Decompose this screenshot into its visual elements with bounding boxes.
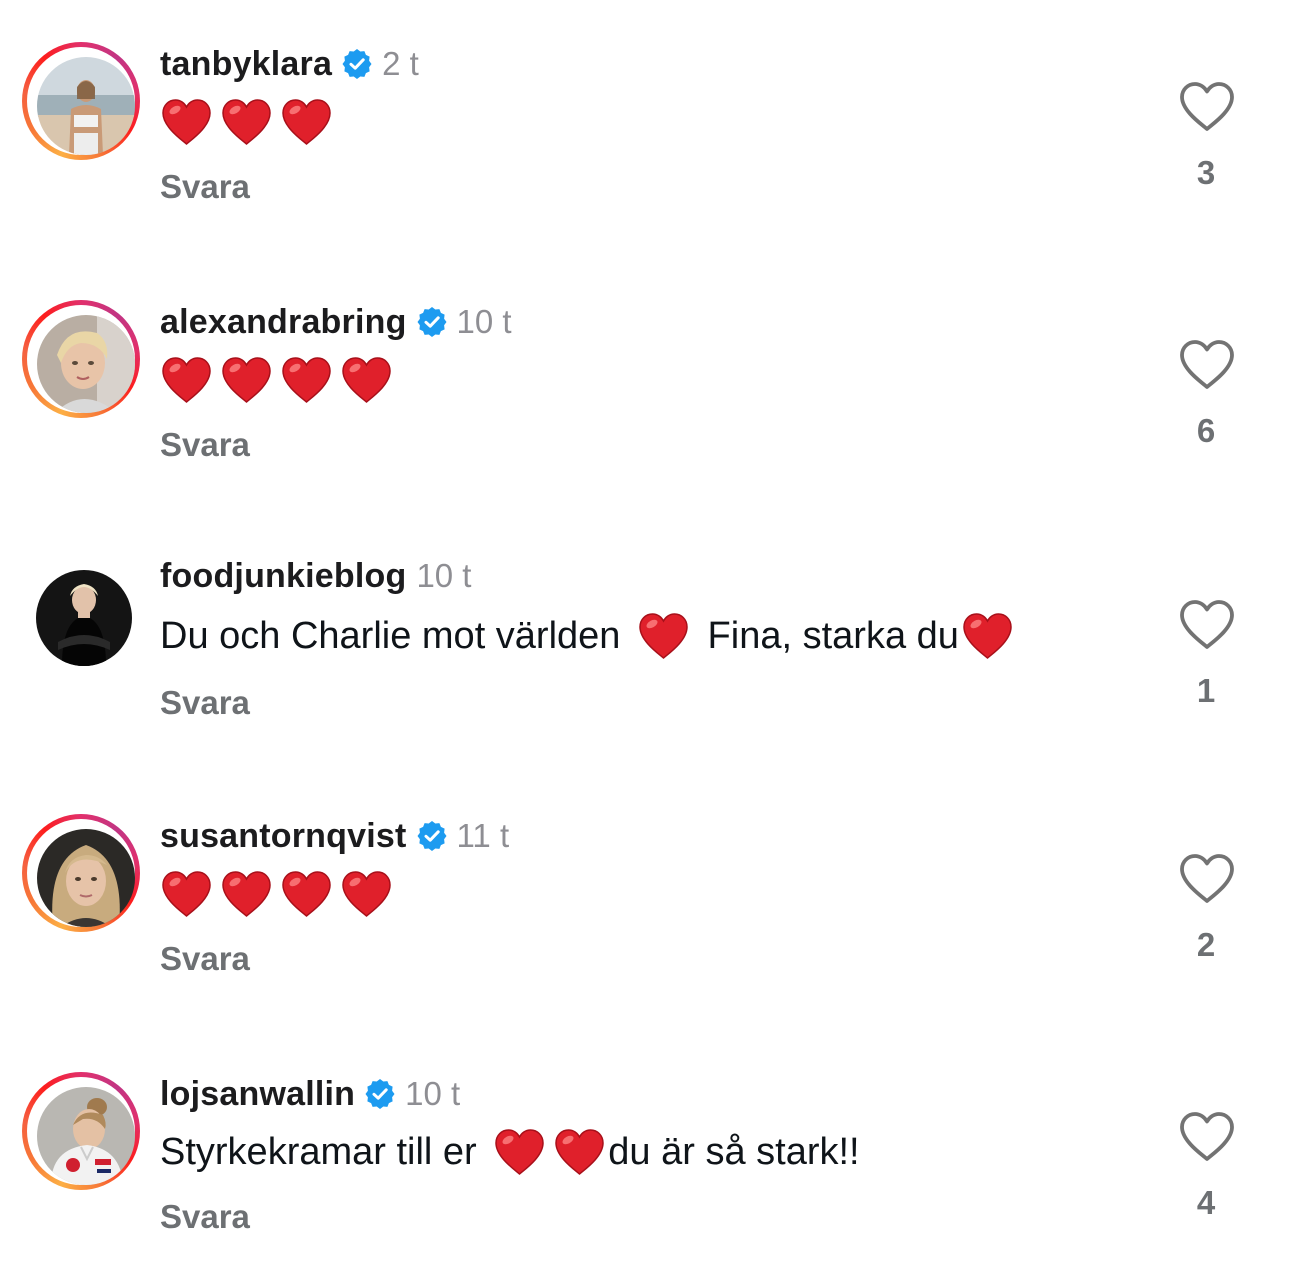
verified-badge-icon [417,821,447,851]
comment-item: tanbyklara 2 t Svara 3 [0,0,1290,240]
avatar-container[interactable] [22,556,140,674]
heart-outline-icon [1178,598,1236,652]
reply-button[interactable]: Svara [160,168,250,206]
heart-outline-icon [1178,852,1236,906]
comment-text-part: du är så stark!! [608,1130,860,1173]
red-heart-emoji-icon [220,97,273,147]
verified-badge-icon [342,49,372,79]
username[interactable]: tanbyklara [160,45,332,84]
reply-button[interactable]: Svara [160,426,250,464]
comment-text-part: Styrkekramar till er [160,1130,488,1173]
red-heart-emoji-icon [160,355,213,405]
username[interactable]: susantornqvist [160,817,407,856]
timestamp: 11 t [456,817,510,854]
avatar[interactable] [36,570,132,666]
like-button[interactable] [1178,338,1236,392]
heart-outline-icon [1178,1110,1236,1164]
red-heart-emoji-icon [160,97,213,147]
comment-text [160,90,340,154]
avatar-story-ring[interactable] [22,814,140,932]
red-heart-emoji-icon [553,1127,606,1177]
comment-item: susantornqvist 11 t Svara 2 [0,772,1290,1012]
red-heart-emoji-icon [160,869,213,919]
red-heart-emoji-icon [280,869,333,919]
avatar[interactable] [37,1087,135,1185]
heart-outline-icon [1178,338,1236,392]
like-button[interactable] [1178,80,1236,134]
verified-badge-icon [417,307,447,337]
like-count[interactable]: 4 [1160,1184,1252,1222]
like-button[interactable] [1178,1110,1236,1164]
like-count[interactable]: 2 [1160,926,1252,964]
reply-button[interactable]: Svara [160,684,250,722]
avatar[interactable] [37,315,135,413]
red-heart-emoji-icon [280,355,333,405]
comment-item: lojsanwallin 10 t Styrkekramar till er d… [0,1030,1290,1270]
red-heart-emoji-icon [340,355,393,405]
comment-text-part: Fina, starka du [697,614,959,657]
comment-meta: lojsanwallin 10 t [160,1070,460,1118]
avatar-story-ring[interactable] [22,1072,140,1190]
comment-meta: foodjunkieblog 10 t [160,552,471,600]
like-button[interactable] [1178,852,1236,906]
comment-item: foodjunkieblog 10 t Du och Charlie mot v… [0,514,1290,754]
comment-meta: tanbyklara 2 t [160,40,419,88]
timestamp: 10 t [405,1075,461,1112]
avatar[interactable] [37,57,135,155]
red-heart-emoji-icon [637,611,690,661]
timestamp: 2 t [382,45,419,82]
red-heart-emoji-icon [220,869,273,919]
like-count[interactable]: 3 [1160,154,1252,192]
red-heart-emoji-icon [961,611,1014,661]
comment-text: Du och Charlie mot världen Fina, starka … [160,604,1021,668]
red-heart-emoji-icon [493,1127,546,1177]
verified-badge-icon [365,1079,395,1109]
comment-text [160,348,400,412]
heart-outline-icon [1178,80,1236,134]
comment-meta: alexandrabring 10 t [160,298,512,346]
username[interactable]: foodjunkieblog [160,557,406,596]
like-count[interactable]: 1 [1160,672,1252,710]
comment-text-part: Du och Charlie mot världen [160,614,631,657]
comment-item: alexandrabring 10 t Svara 6 [0,258,1290,498]
like-count[interactable]: 6 [1160,412,1252,450]
avatar-story-ring[interactable] [22,42,140,160]
like-button[interactable] [1178,598,1236,652]
username[interactable]: alexandrabring [160,303,407,342]
username[interactable]: lojsanwallin [160,1075,355,1114]
avatar[interactable] [37,829,135,927]
comment-text: Styrkekramar till er du är så stark!! [160,1120,860,1184]
red-heart-emoji-icon [340,869,393,919]
reply-button[interactable]: Svara [160,940,250,978]
avatar-story-ring[interactable] [22,300,140,418]
red-heart-emoji-icon [220,355,273,405]
red-heart-emoji-icon [280,97,333,147]
timestamp: 10 t [416,557,472,594]
comment-text [160,862,400,926]
reply-button[interactable]: Svara [160,1198,250,1236]
timestamp: 10 t [456,303,512,340]
comment-meta: susantornqvist 11 t [160,812,509,860]
